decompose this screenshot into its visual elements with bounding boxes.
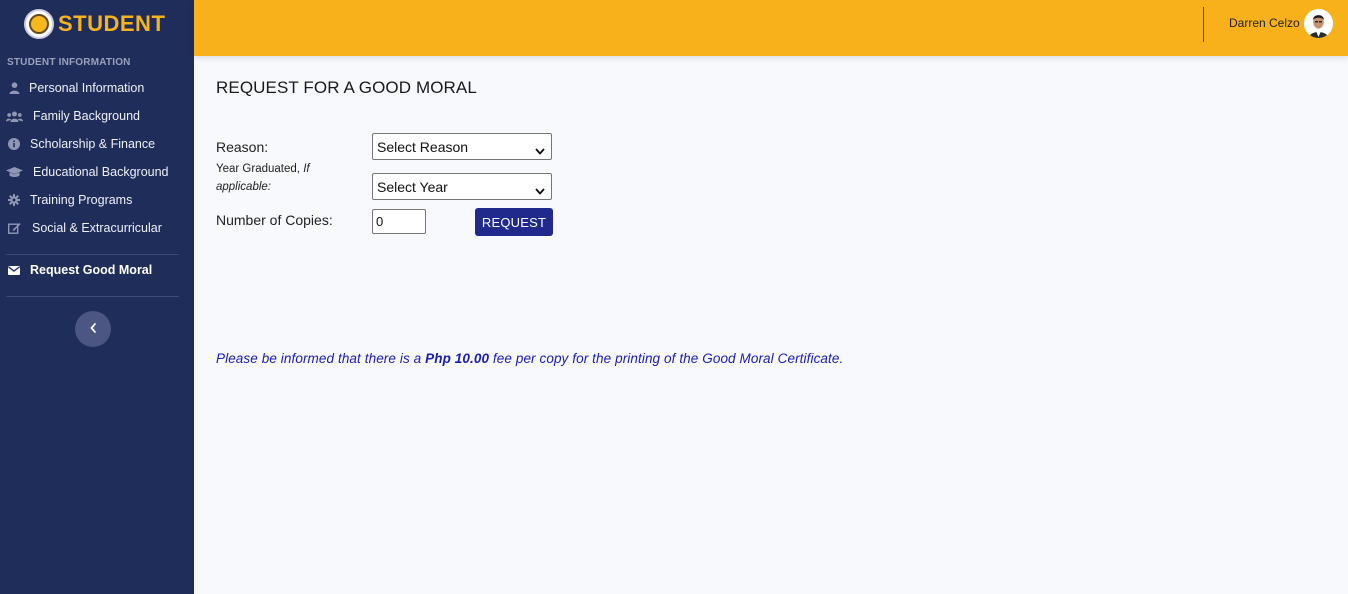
notice-amount: Php 10.00 bbox=[425, 351, 490, 366]
sidebar-item-label: Training Programs bbox=[30, 193, 133, 207]
notice-text-after: fee per copy for the printing of the Goo… bbox=[489, 351, 844, 366]
sidebar-item-personal-information[interactable]: Personal Information bbox=[0, 76, 194, 100]
graduation-cap-icon bbox=[6, 165, 23, 179]
info-icon bbox=[7, 137, 21, 151]
copies-label: Number of Copies: bbox=[216, 212, 333, 228]
sidebar-item-label: Educational Background bbox=[33, 165, 169, 179]
sidebar-item-request-good-moral[interactable]: Request Good Moral bbox=[0, 258, 194, 282]
copies-input[interactable]: 0 bbox=[372, 209, 426, 234]
sidebar-item-training-programs[interactable]: Training Programs bbox=[0, 188, 194, 212]
sidebar: STUDENT STUDENT INFORMATION Personal Inf… bbox=[0, 0, 194, 594]
chevron-down-icon bbox=[535, 182, 545, 198]
sidebar-item-family-background[interactable]: Family Background bbox=[0, 104, 194, 128]
sidebar-item-label: Social & Extracurricular bbox=[32, 221, 162, 235]
school-seal-logo bbox=[24, 9, 54, 39]
notice-text-before: Please be informed that there is a bbox=[216, 351, 426, 366]
sidebar-section-heading: STUDENT INFORMATION bbox=[7, 57, 131, 68]
envelope-icon bbox=[7, 263, 21, 277]
sidebar-item-label: Scholarship & Finance bbox=[30, 137, 156, 151]
reason-select-value: Select Reason bbox=[377, 138, 469, 155]
sidebar-item-social-extracurricular[interactable]: Social & Extracurricular bbox=[0, 216, 194, 240]
sidebar-divider bbox=[6, 254, 179, 255]
topbar-divider bbox=[1203, 7, 1204, 42]
sidebar-item-label: Family Background bbox=[33, 109, 140, 123]
reason-label: Reason: bbox=[216, 139, 269, 155]
user-name[interactable]: Darren Celzo bbox=[1229, 16, 1300, 30]
avatar[interactable] bbox=[1304, 9, 1333, 38]
year-select-value: Select Year bbox=[377, 178, 448, 195]
sidebar-item-label: Personal Information bbox=[29, 81, 145, 95]
gear-icon bbox=[7, 193, 21, 207]
sidebar-item-label: Request Good Moral bbox=[30, 263, 153, 277]
fee-notice: Please be informed that there is a Php 1… bbox=[216, 351, 843, 366]
user-icon bbox=[7, 81, 21, 95]
year-graduated-label: Year Graduated, If applicable: bbox=[216, 160, 336, 196]
users-icon bbox=[6, 109, 23, 123]
reason-select[interactable]: Select Reason bbox=[372, 133, 552, 160]
sidebar-divider bbox=[6, 296, 179, 297]
year-select[interactable]: Select Year bbox=[372, 173, 552, 200]
sidebar-collapse-button[interactable] bbox=[75, 311, 111, 347]
chevron-left-icon bbox=[89, 320, 97, 338]
brand-title: STUDENT bbox=[58, 11, 166, 36]
sidebar-item-educational-background[interactable]: Educational Background bbox=[0, 160, 194, 184]
request-button[interactable]: REQUEST bbox=[475, 208, 553, 236]
chevron-down-icon bbox=[535, 142, 545, 158]
brand[interactable]: STUDENT bbox=[24, 8, 165, 40]
topbar: Darren Celzo bbox=[194, 0, 1348, 56]
year-label-text: Year Graduated, bbox=[216, 163, 300, 175]
page-title: REQUEST FOR A GOOD MORAL bbox=[216, 78, 477, 97]
edit-icon bbox=[7, 221, 21, 235]
sidebar-item-scholarship-finance[interactable]: Scholarship & Finance bbox=[0, 132, 194, 156]
